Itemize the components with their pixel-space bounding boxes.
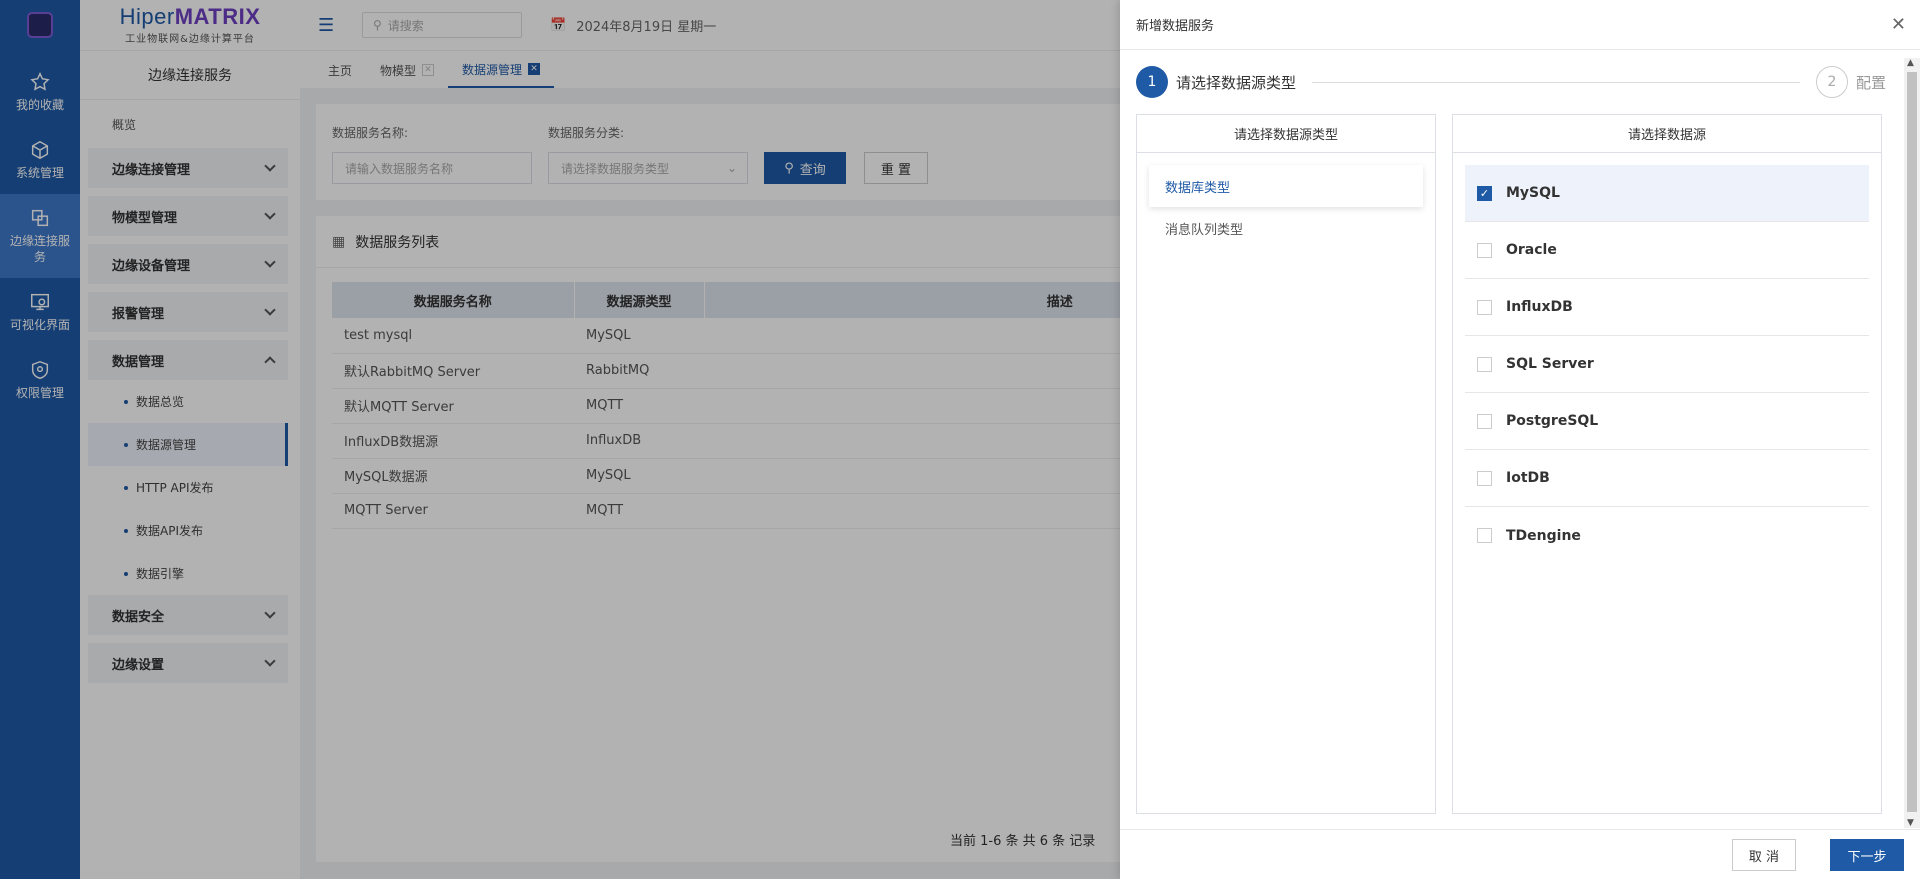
scrollbar-thumb[interactable] [1907,72,1917,812]
source-item-mysql[interactable]: ✓ MySQL [1465,165,1869,222]
checkbox[interactable] [1477,413,1492,429]
step-1-label: 请选择数据源类型 [1176,73,1297,92]
source-panel: 请选择数据源 ✓ MySQL Oracle InfluxDB SQL Server… [1452,114,1882,814]
checkbox[interactable] [1477,299,1492,315]
step-divider [1312,81,1800,83]
type-panel: 请选择数据源类型 数据库类型 消息队列类型 [1136,114,1436,814]
source-item-postgresql[interactable]: PostgreSQL [1465,393,1869,450]
modal-mask-rail[interactable] [0,0,80,879]
source-item-tdengine[interactable]: TDengine [1465,507,1869,564]
drawer-title: 新增数据服务 [1136,19,1215,34]
checkbox-checked[interactable]: ✓ [1477,185,1492,201]
scroll-up-icon[interactable]: ▲ [1907,58,1914,68]
drawer-footer: 取 消 下一步 [1120,829,1920,879]
checkbox[interactable] [1477,356,1492,372]
source-item-influxdb[interactable]: InfluxDB [1465,279,1869,336]
step-2-number: 2 [1815,66,1848,98]
step-1-number: 1 [1136,66,1168,98]
checkbox[interactable] [1477,528,1492,543]
step-2-label: 配置 [1855,73,1886,92]
source-item-oracle[interactable]: Oracle [1465,222,1869,279]
drawer-header: 新增数据服务 ✕ [1120,0,1920,50]
steps: 1 请选择数据源类型 2 配置 [1136,66,1886,98]
drawer-scrollbar[interactable]: ▲ ▼ [1904,58,1920,828]
source-item-sqlserver[interactable]: SQL Server [1465,336,1869,393]
type-item-mq[interactable]: 消息队列类型 [1149,207,1423,249]
checkbox[interactable] [1477,242,1492,258]
type-panel-header: 请选择数据源类型 [1137,115,1435,153]
close-icon[interactable]: ✕ [1891,14,1906,35]
checkbox[interactable] [1477,470,1492,486]
cancel-button[interactable]: 取 消 [1732,839,1796,871]
source-item-iotdb[interactable]: IotDB [1465,450,1869,507]
next-button[interactable]: 下一步 [1830,839,1904,871]
scroll-down-icon[interactable]: ▼ [1907,818,1914,828]
type-item-database[interactable]: 数据库类型 [1149,165,1423,207]
source-panel-header: 请选择数据源 [1453,115,1881,153]
modal-mask[interactable] [80,0,1120,879]
add-service-drawer: 新增数据服务 ✕ 1 请选择数据源类型 2 配置 请选择数据源类型 数据库类型 … [1120,0,1920,879]
